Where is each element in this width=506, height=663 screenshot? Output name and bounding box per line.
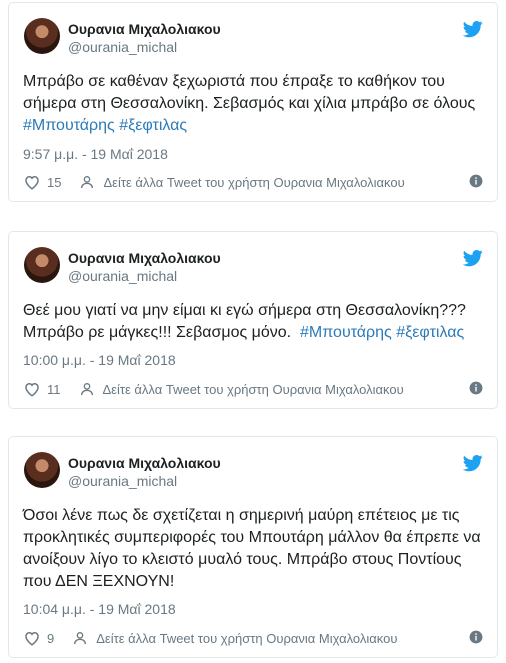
see-more-tweets-link[interactable]: Δείτε άλλα Tweet του χρήστη Ουρανια Μιχα…: [103, 382, 404, 397]
tweet-text-line: ανοίξουν λίγο το κλειστό μυαλό τους. Μπρ…: [23, 551, 462, 568]
author-handle[interactable]: @ourania_michal: [68, 39, 177, 55]
hashtag-link[interactable]: #Μπουτάρης: [300, 324, 392, 341]
hashtag-link[interactable]: #ξεφτιλας: [119, 117, 187, 134]
like-count[interactable]: 15: [47, 175, 61, 190]
twitter-bird-icon[interactable]: [463, 453, 483, 473]
tweet-text-line: Θεέ μου γιατί να μην είμαι κι εγώ σήμερα…: [23, 302, 466, 319]
tweet-text: Θεέ μου γιατί να μην είμαι κι εγώ σήμερα…: [23, 300, 483, 344]
avatar[interactable]: [24, 452, 60, 488]
tweet-card[interactable]: Ουρανια Μιχαλολιακου @ourania_michal Μπρ…: [8, 2, 498, 202]
tweet-card[interactable]: Ουρανια Μιχαλολιακου @ourania_michal Όσο…: [8, 436, 498, 658]
hashtag-link[interactable]: #ξεφτιλας: [396, 324, 464, 341]
tweet-actions: 11 Δείτε άλλα Tweet του χρήστη Ουρανια Μ…: [23, 379, 483, 399]
tweet-actions: 9 Δείτε άλλα Tweet του χρήστη Ουρανια Μι…: [23, 628, 483, 648]
like-count[interactable]: 9: [47, 631, 54, 646]
author-handle[interactable]: @ourania_michal: [68, 268, 177, 284]
avatar[interactable]: [24, 247, 60, 283]
person-icon: [80, 383, 93, 396]
hashtag-link[interactable]: #Μπουτάρης: [23, 117, 115, 134]
info-icon[interactable]: [469, 381, 483, 395]
tweet-text-line: σήμερα στη Θεσσαλονίκη. Σεβασμός και χίλ…: [23, 95, 476, 112]
info-icon[interactable]: [469, 174, 483, 188]
tweet-timestamp[interactable]: 10:00 μ.μ. - 19 Μαΐ 2018: [23, 352, 176, 368]
heart-icon[interactable]: [23, 380, 41, 398]
tweet-text-line: προκλητικές συμπεριφορές του Μπουτάρη μά…: [23, 529, 481, 546]
tweet-text: Όσοι λένε πως δε σχετίζεται η σημερινή μ…: [23, 505, 483, 593]
twitter-bird-icon[interactable]: [463, 19, 483, 39]
author-name[interactable]: Ουρανια Μιχαλολιακου: [68, 21, 221, 37]
tweet-text: Μπράβο σε καθέναν ξεχωριστά που έπραξε τ…: [23, 71, 483, 137]
author-name[interactable]: Ουρανια Μιχαλολιακου: [68, 250, 221, 266]
tweet-text-line: Όσοι λένε πως δε σχετίζεται η σημερινή μ…: [23, 507, 460, 524]
tweet-timestamp[interactable]: 9:57 μ.μ. - 19 Μαΐ 2018: [23, 146, 168, 162]
tweet-text-line: Μπράβο ρε μάγκες!!! Σεβασμος μόνο.: [23, 324, 292, 341]
author-handle[interactable]: @ourania_michal: [68, 473, 177, 489]
avatar[interactable]: [24, 18, 60, 54]
person-icon: [74, 632, 87, 645]
tweet-actions: 15 Δείτε άλλα Tweet του χρήστη Ουρανια Μ…: [23, 172, 483, 192]
author-name[interactable]: Ουρανια Μιχαλολιακου: [68, 455, 221, 471]
person-icon: [81, 176, 94, 189]
twitter-bird-icon[interactable]: [463, 248, 483, 268]
info-icon[interactable]: [469, 630, 483, 644]
heart-icon[interactable]: [23, 629, 41, 647]
see-more-tweets-link[interactable]: Δείτε άλλα Tweet του χρήστη Ουρανια Μιχα…: [96, 631, 397, 646]
tweet-timestamp[interactable]: 10:04 μ.μ. - 19 Μαΐ 2018: [23, 601, 176, 617]
see-more-tweets-link[interactable]: Δείτε άλλα Tweet του χρήστη Ουρανια Μιχα…: [103, 175, 404, 190]
tweet-card[interactable]: Ουρανια Μιχαλολιακου @ourania_michal Θεέ…: [8, 231, 498, 409]
tweet-text-line: Μπράβο σε καθέναν ξεχωριστά που έπραξε τ…: [23, 73, 445, 90]
heart-icon[interactable]: [23, 173, 41, 191]
like-count[interactable]: 11: [47, 382, 61, 397]
tweet-text-line: που ΔΕΝ ΞΕΧΝΟΥΝ!: [23, 573, 175, 590]
